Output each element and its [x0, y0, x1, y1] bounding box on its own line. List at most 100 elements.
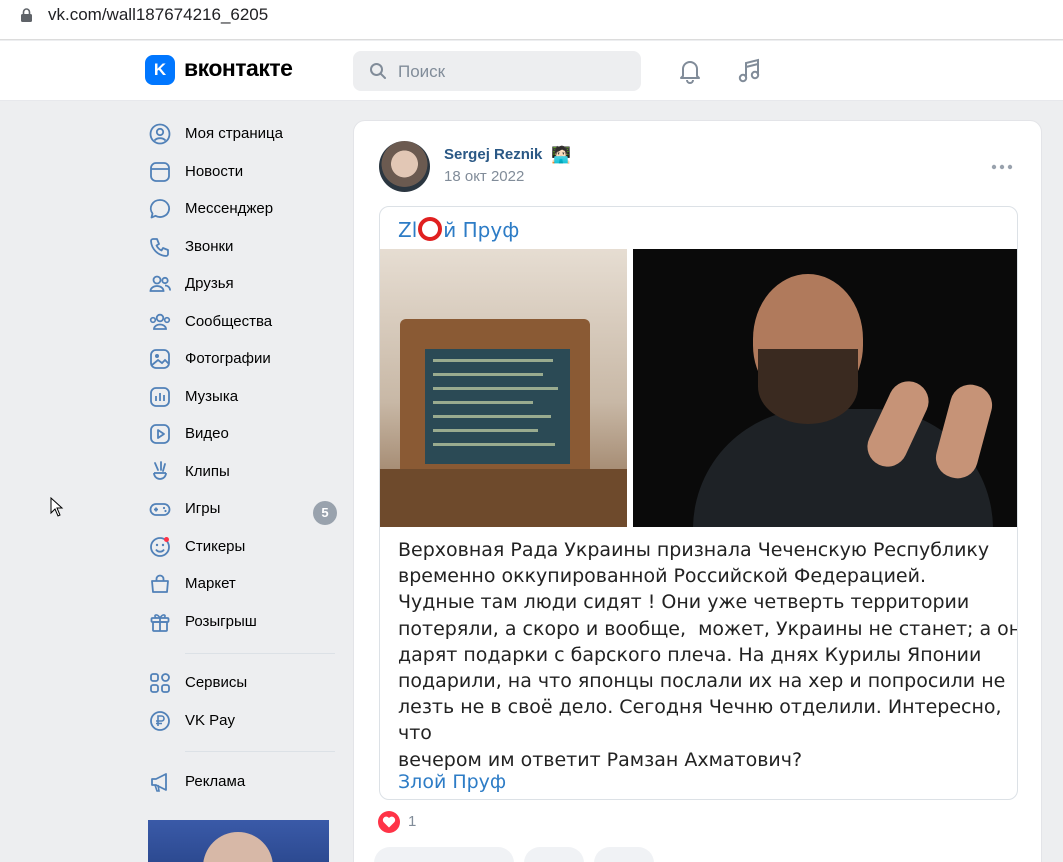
search-icon	[370, 63, 386, 79]
post-text-line: потеряли, а скоро и вообще, может, Украи…	[398, 617, 1018, 640]
post-text-line: подарили, на что японцы послали их на хе…	[398, 670, 1006, 693]
clips-icon	[153, 461, 167, 480]
menu-item-video[interactable]: Видео	[145, 416, 340, 450]
author-avatar[interactable]	[379, 141, 430, 192]
phone-icon	[150, 238, 169, 257]
like-count: 1	[408, 813, 417, 830]
author-status-emoji: 🧑🏻‍💻	[551, 147, 571, 164]
post-text-line: дарят подарки с барского плеча. На днях …	[398, 643, 982, 666]
menu-label: Музыка	[185, 388, 239, 405]
menu-item-clips[interactable]: Клипы	[145, 454, 340, 488]
repost-footer-link[interactable]: Злой Пруф	[398, 771, 506, 793]
menu-label: Сервисы	[185, 674, 248, 691]
menu-divider	[185, 653, 335, 654]
bell-icon[interactable]	[677, 58, 703, 84]
menu-item-vk-pay[interactable]: VK Pay	[145, 703, 340, 737]
menu-item-market[interactable]: Маркет	[145, 566, 340, 600]
menu-item-ads[interactable]: Реклама	[145, 764, 340, 798]
menu-label: Видео	[185, 425, 229, 442]
menu-label: Звонки	[185, 238, 234, 255]
services-icon	[150, 673, 170, 693]
menu-item-calls[interactable]: Звонки	[145, 229, 340, 263]
post-photo-parliament-board[interactable]	[380, 249, 627, 527]
menu-label: Реклама	[185, 773, 246, 790]
menu-item-news[interactable]: Новости	[145, 154, 340, 188]
menu-item-music[interactable]: Музыка	[145, 379, 340, 413]
mouse-cursor-icon	[50, 497, 64, 517]
menu-label: Новости	[185, 163, 244, 180]
search-placeholder: Поиск	[398, 62, 446, 81]
brand-name[interactable]: вконтакте	[184, 55, 293, 82]
photo-icon	[150, 349, 170, 369]
heart-icon	[378, 811, 400, 833]
menu-label: Стикеры	[185, 538, 246, 555]
menu-item-my-page[interactable]: Моя страница	[145, 116, 340, 150]
site-header: K вконтакте Поиск	[0, 41, 1063, 101]
voting-board-screen	[425, 349, 570, 464]
menu-label: Моя страница	[185, 125, 283, 142]
menu-label: Сообщества	[185, 313, 273, 330]
lock-icon	[21, 8, 32, 22]
source-title-right: й Пруф	[443, 218, 520, 242]
post-photo-person[interactable]	[633, 249, 1017, 527]
games-icon	[149, 503, 171, 516]
vk-logo[interactable]: K	[145, 55, 175, 85]
market-icon	[151, 574, 169, 593]
menu-item-photos[interactable]: Фотографии	[145, 341, 340, 375]
music-icon	[150, 387, 170, 407]
menu-label: Мессенджер	[185, 200, 274, 217]
search-input[interactable]: Поиск	[353, 51, 641, 91]
menu-label: Маркет	[185, 575, 236, 592]
photo-person-hand	[931, 380, 997, 483]
user-circle-icon	[149, 123, 171, 145]
menu-label: Фотографии	[185, 350, 271, 367]
red-ring-icon	[418, 217, 443, 241]
menu-label: Розыгрыш	[185, 613, 257, 630]
wall-post: Sergej Reznik 🧑🏻‍💻 18 окт 2022 Zl й Пруф	[353, 120, 1042, 862]
repost-source-title[interactable]: Zl й Пруф	[398, 217, 519, 242]
source-title-left: Zl	[398, 218, 418, 242]
share-button[interactable]	[594, 847, 654, 862]
browser-address-bar: vk.com/wall187674216_6205	[0, 0, 1063, 40]
menu-item-friends[interactable]: Друзья	[145, 266, 340, 300]
post-text-line: Чудные там люди сидят ! Они уже четверть…	[398, 591, 970, 614]
menu-item-games[interactable]: Игры 5	[145, 491, 340, 525]
post-text-line: временно оккупированной Российской Федер…	[398, 565, 926, 588]
post-text: Верховная Рада Украины признала Чеченску…	[398, 537, 1018, 773]
reposted-content: Zl й Пруф Верховная Рада Украины признал…	[379, 206, 1018, 800]
menu-item-messenger[interactable]: Мессенджер	[145, 191, 340, 225]
communities-icon	[149, 313, 171, 330]
menu-label: VK Pay	[185, 712, 236, 729]
gift-icon	[150, 614, 170, 632]
menu-label: Игры	[185, 500, 221, 517]
ad-person	[203, 832, 273, 862]
post-text-line: Верховная Рада Украины признала Чеченску…	[398, 539, 990, 561]
post-text-line: лезть не в своё дело. Сегодня Чечню отде…	[398, 696, 1002, 745]
music-icon[interactable]	[736, 57, 764, 85]
like-button[interactable]	[374, 847, 514, 862]
menu-divider	[185, 751, 335, 752]
url-text[interactable]: vk.com/wall187674216_6205	[48, 5, 268, 25]
photo-person-beard	[758, 349, 858, 424]
vkpay-icon	[150, 711, 170, 731]
games-badge: 5	[313, 501, 337, 525]
more-options-icon[interactable]	[990, 157, 1014, 177]
comment-button[interactable]	[524, 847, 584, 862]
menu-label: Клипы	[185, 463, 230, 480]
megaphone-icon	[151, 773, 167, 792]
stickers-icon	[150, 537, 170, 557]
menu-item-services[interactable]: Сервисы	[145, 665, 340, 699]
message-icon	[149, 199, 171, 219]
video-icon	[150, 424, 170, 444]
post-date[interactable]: 18 окт 2022	[444, 168, 524, 185]
menu-item-stickers[interactable]: Стикеры	[145, 529, 340, 563]
menu-item-giveaway[interactable]: Розыгрыш	[145, 604, 340, 638]
menu-label: Друзья	[185, 275, 234, 292]
post-text-line: вечером им ответит Рамзан Ахматович?	[398, 748, 803, 771]
author-name[interactable]: Sergej Reznik	[444, 146, 542, 163]
ad-image[interactable]	[148, 820, 329, 862]
friends-icon	[149, 275, 171, 292]
menu-item-communities[interactable]: Сообщества	[145, 304, 340, 338]
board-base	[380, 469, 627, 527]
newsfeed-icon	[150, 162, 170, 182]
